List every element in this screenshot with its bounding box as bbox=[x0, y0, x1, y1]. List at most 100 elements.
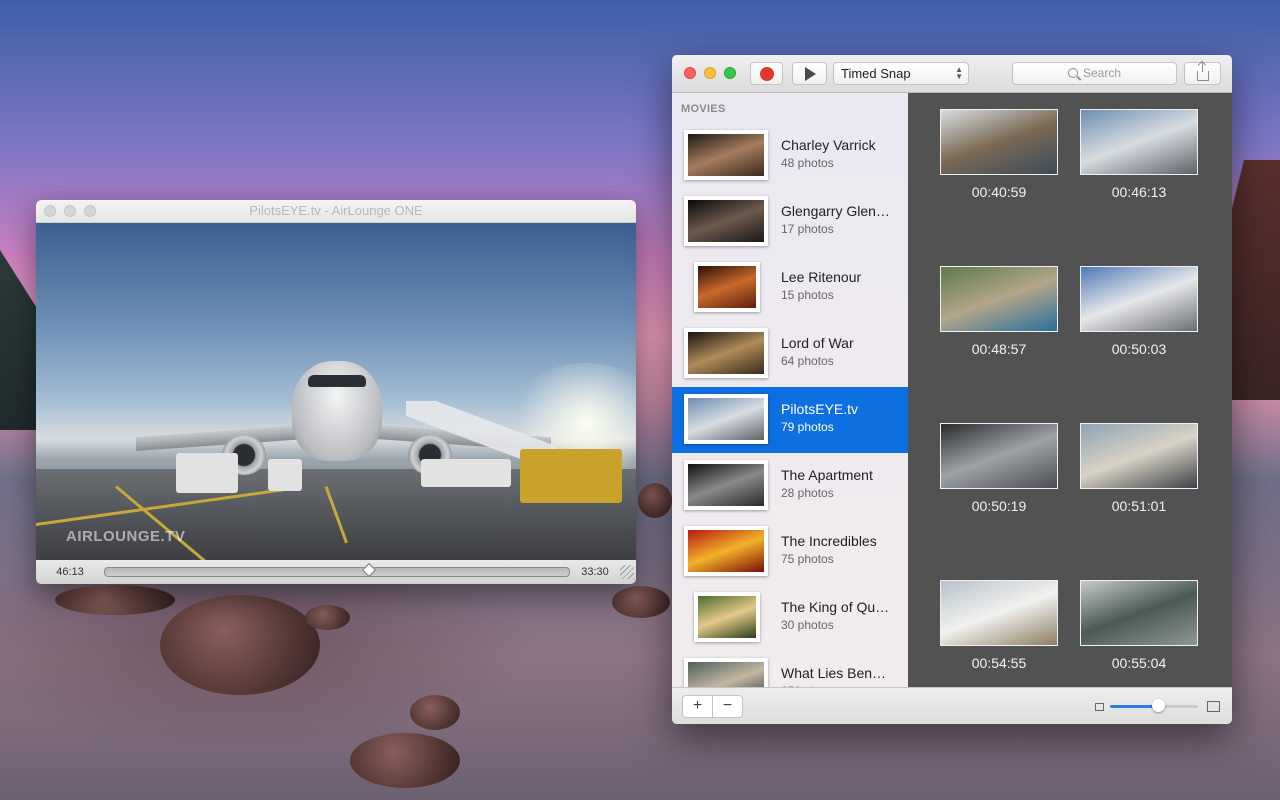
snapshot-thumbnail[interactable] bbox=[940, 423, 1058, 489]
movie-list-item[interactable]: The Incredibles 75 photos bbox=[672, 519, 908, 585]
movie-list-item[interactable]: What Lies Ben…250 photos bbox=[672, 651, 908, 688]
player-window-title: PilotsEYE.tv - AirLounge ONE bbox=[249, 203, 423, 218]
snapshot-thumbnail[interactable] bbox=[940, 266, 1058, 332]
zoom-window-button[interactable] bbox=[724, 67, 736, 79]
snapshot-thumbnail[interactable] bbox=[1080, 423, 1198, 489]
close-window-button[interactable] bbox=[44, 205, 56, 217]
snapshot-timestamp: 00:51:01 bbox=[1111, 498, 1167, 514]
movie-poster-thumbnail bbox=[694, 592, 760, 642]
movie-list-item[interactable]: Lord of War 64 photos bbox=[672, 321, 908, 387]
share-button[interactable] bbox=[1184, 61, 1221, 85]
movie-list-item[interactable]: Charley Varrick 48 photos bbox=[672, 123, 908, 189]
snapshot-thumbnail[interactable] bbox=[1080, 109, 1198, 175]
resize-grip-icon[interactable] bbox=[620, 565, 634, 579]
play-button[interactable] bbox=[792, 62, 827, 85]
close-window-button[interactable] bbox=[684, 67, 696, 79]
movie-title: Glengarry Glen… bbox=[781, 203, 890, 219]
wallpaper-rock bbox=[55, 585, 175, 615]
minimize-window-button[interactable] bbox=[704, 67, 716, 79]
wallpaper-rock bbox=[612, 586, 670, 618]
chevron-updown-icon: ▲ ▼ bbox=[955, 65, 963, 81]
wallpaper-rock bbox=[160, 595, 320, 695]
snapshot-item[interactable]: 00:50:03 bbox=[1080, 266, 1198, 357]
movie-photo-count: 28 photos bbox=[781, 486, 834, 500]
video-player-window[interactable]: PilotsEYE.tv - AirLounge ONE AIRLOUNGE.T… bbox=[36, 200, 636, 584]
movie-list-item[interactable]: Lee Ritenour 15 photos bbox=[672, 255, 908, 321]
slider-knob[interactable] bbox=[1152, 699, 1166, 712]
movie-poster-thumbnail bbox=[684, 526, 768, 576]
snapshot-timestamp: 00:48:57 bbox=[971, 341, 1027, 357]
search-field[interactable]: Search bbox=[1012, 62, 1177, 85]
snapshot-item[interactable]: 00:50:19 bbox=[940, 423, 1058, 514]
snap-mode-value: Timed Snap bbox=[841, 66, 911, 81]
snapshot-item[interactable]: 00:55:04 bbox=[1080, 580, 1198, 671]
video-frame[interactable]: AIRLOUNGE.TV bbox=[36, 223, 636, 561]
snapshot-app-window[interactable]: Timed Snap ▲ ▼ Search MOVIES Charley Varr… bbox=[672, 55, 1232, 724]
scrubber-thumb[interactable] bbox=[361, 562, 376, 578]
movie-list-item[interactable]: The Apartment 28 photos bbox=[672, 453, 908, 519]
player-titlebar[interactable]: PilotsEYE.tv - AirLounge ONE bbox=[36, 200, 636, 223]
search-placeholder: Search bbox=[1082, 66, 1122, 80]
movie-poster-thumbnail bbox=[684, 328, 768, 378]
snapshot-thumbnail[interactable] bbox=[1080, 266, 1198, 332]
elapsed-time: 46:13 bbox=[56, 566, 84, 578]
snapshot-grid[interactable]: 00:40:59 00:46:13 00:48:57 00:50:03 00:50:19… bbox=[908, 93, 1232, 688]
snapshot-timestamp: 00:50:03 bbox=[1111, 341, 1167, 357]
snapshot-timestamp: 00:46:13 bbox=[1111, 184, 1167, 200]
add-button[interactable]: + bbox=[683, 696, 712, 717]
movie-list-item[interactable]: PilotsEYE.tv 79 photos bbox=[672, 387, 908, 453]
movie-photo-count: 30 photos bbox=[781, 618, 834, 632]
movie-list-item[interactable]: The King of Qu… 30 photos bbox=[672, 585, 908, 651]
snapshot-item[interactable]: 00:51:01 bbox=[1080, 423, 1198, 514]
movie-title: The King of Qu… bbox=[781, 599, 890, 615]
snapshot-timestamp: 00:54:55 bbox=[971, 655, 1027, 671]
movies-sidebar[interactable]: MOVIES Charley Varrick 48 photos Glengarry… bbox=[672, 93, 908, 688]
wallpaper-rock bbox=[305, 605, 350, 630]
thumbnail-size-slider[interactable] bbox=[1110, 699, 1198, 712]
movie-poster-thumbnail bbox=[684, 130, 768, 180]
movie-poster-thumbnail bbox=[684, 460, 768, 510]
bottom-bar: + − bbox=[672, 687, 1232, 724]
minimize-window-button[interactable] bbox=[64, 205, 76, 217]
snapshot-timestamp: 00:55:04 bbox=[1111, 655, 1167, 671]
movie-poster-thumbnail bbox=[694, 262, 760, 312]
play-icon bbox=[805, 66, 816, 81]
movie-photo-count: 79 photos bbox=[781, 420, 834, 434]
player-controls: 46:13 33:30 bbox=[36, 560, 636, 584]
wallpaper-rock bbox=[638, 483, 672, 518]
add-remove-control: + − bbox=[682, 695, 743, 718]
snapshot-thumbnail[interactable] bbox=[1080, 580, 1198, 646]
snapshot-timestamp: 00:40:59 bbox=[971, 184, 1027, 200]
small-thumbnail-icon bbox=[1095, 703, 1104, 711]
wallpaper-rock bbox=[410, 695, 460, 730]
wallpaper-rock bbox=[350, 733, 460, 788]
video-watermark: AIRLOUNGE.TV bbox=[66, 528, 186, 545]
large-thumbnail-icon bbox=[1207, 701, 1220, 712]
movie-title: What Lies Ben… bbox=[781, 665, 887, 681]
snapshot-item[interactable]: 00:40:59 bbox=[940, 109, 1058, 200]
snapshot-item[interactable]: 00:54:55 bbox=[940, 580, 1058, 671]
movie-photo-count: 64 photos bbox=[781, 354, 834, 368]
snapshot-thumbnail[interactable] bbox=[940, 580, 1058, 646]
movie-title: Charley Varrick bbox=[781, 137, 876, 153]
zoom-window-button[interactable] bbox=[84, 205, 96, 217]
snapshot-timestamp: 00:50:19 bbox=[971, 498, 1027, 514]
movie-poster-thumbnail bbox=[684, 196, 768, 246]
toolbar: Timed Snap ▲ ▼ Search bbox=[672, 55, 1232, 93]
movie-list-item[interactable]: Glengarry Glen… 17 photos bbox=[672, 189, 908, 255]
remove-button[interactable]: − bbox=[712, 696, 742, 717]
movie-title: Lord of War bbox=[781, 335, 854, 351]
snapshot-thumbnail[interactable] bbox=[940, 109, 1058, 175]
snapshot-item[interactable]: 00:48:57 bbox=[940, 266, 1058, 357]
snap-mode-select[interactable]: Timed Snap ▲ ▼ bbox=[833, 62, 969, 85]
record-icon bbox=[759, 66, 774, 81]
movie-photo-count: 17 photos bbox=[781, 222, 834, 236]
movie-photo-count: 48 photos bbox=[781, 156, 834, 170]
record-button[interactable] bbox=[750, 62, 783, 85]
movie-poster-thumbnail bbox=[684, 394, 768, 444]
snapshot-item[interactable]: 00:46:13 bbox=[1080, 109, 1198, 200]
movie-title: Lee Ritenour bbox=[781, 269, 862, 285]
sidebar-heading: MOVIES bbox=[681, 103, 726, 115]
playback-scrubber[interactable] bbox=[104, 562, 570, 578]
movie-photo-count: 15 photos bbox=[781, 288, 834, 302]
